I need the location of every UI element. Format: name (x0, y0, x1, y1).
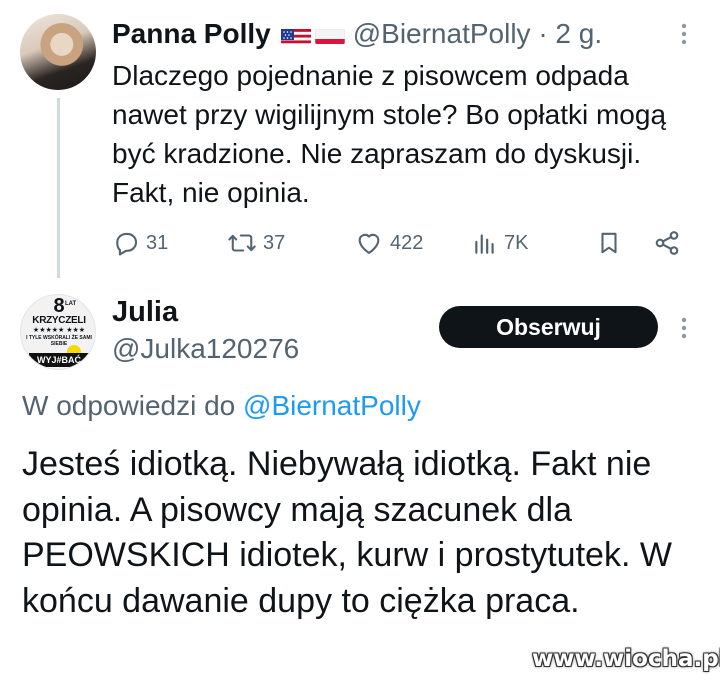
bookmark-button[interactable] (596, 228, 622, 258)
avatar-text-name: KRZYCZELI (32, 315, 86, 326)
avatar-text-bottom: WYJ#BAĆ (29, 353, 89, 367)
follow-button[interactable]: Obserwuj (439, 306, 658, 348)
views-count: 7K (504, 231, 529, 254)
pl-flag-icon (314, 24, 345, 44)
reply-count: 31 (146, 231, 169, 254)
reply-button[interactable]: 31 (112, 228, 168, 258)
author-name[interactable]: Panna Polly (112, 18, 271, 50)
thread-line (57, 98, 60, 278)
more-icon[interactable] (676, 22, 692, 53)
views-button[interactable]: 7K (472, 228, 528, 258)
repost-count: 37 (263, 231, 286, 254)
tweet2-text: Jesteś idiotką. Niebywałą idiotką. Fakt … (22, 445, 672, 620)
like-icon (354, 229, 384, 257)
repost-button[interactable]: 37 (227, 228, 285, 258)
watermark: www.wiocha.pl (532, 646, 720, 672)
reply-mention-link[interactable]: @BiernatPolly (243, 390, 421, 421)
avatar-text-eight: 8 (53, 295, 65, 317)
flag-emojis (280, 24, 345, 44)
avatar-text-stars: ★★★★★ ★★★ (32, 327, 86, 334)
us-flag-icon (280, 24, 311, 44)
avatar-text-lat: LAT (65, 301, 77, 307)
tweet1-text: Dlaczego pojednanie z pisowcem odpada na… (112, 60, 667, 208)
avatar-julia[interactable]: 8 LAT KRZYCZELI ★★★★★ ★★★ I TYLE WSKÓRAL… (20, 294, 96, 370)
reply-icon (112, 229, 140, 257)
bookmark-icon (596, 229, 622, 257)
share-icon (652, 229, 682, 257)
share-button[interactable] (652, 228, 682, 258)
tweet1-header: Panna Polly @BiernatPolly · 2 g. (112, 14, 602, 54)
avatar-panna-polly[interactable] (20, 14, 96, 90)
author-name[interactable]: Julia (112, 296, 178, 329)
like-count: 422 (390, 231, 424, 254)
like-button[interactable]: 422 (354, 228, 423, 258)
tweet1-actions: 31 37 422 7K (108, 228, 698, 258)
repost-icon (227, 229, 257, 257)
more-icon[interactable] (676, 316, 692, 347)
views-icon (472, 230, 498, 256)
reply-prefix: W odpowiedzi do (22, 390, 236, 421)
reply-context: W odpowiedzi do @BiernatPolly (22, 390, 421, 422)
author-handle[interactable]: @Julka120276 (112, 333, 299, 365)
handle-and-time[interactable]: @BiernatPolly · 2 g. (353, 18, 602, 50)
avatar-text-sub: I TYLE WSKÓRALI ŻE SAMI SIEBIE (26, 335, 92, 347)
